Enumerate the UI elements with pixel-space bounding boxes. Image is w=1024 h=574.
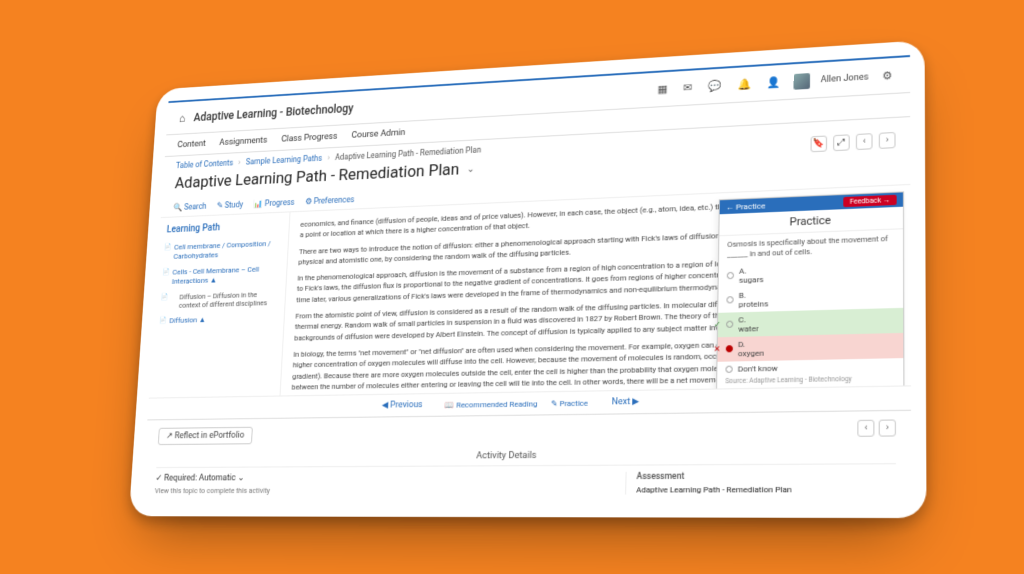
avatar[interactable] [794,73,810,90]
nav-assignments[interactable]: Assignments [219,135,268,148]
assessment-item[interactable]: Adaptive Learning Path - Remediation Pla… [636,485,896,495]
course-title[interactable]: Adaptive Learning - Biotechnology [193,101,354,123]
nav-course-admin[interactable]: Course Admin [351,127,405,140]
radio-icon [727,272,734,279]
chevron-down-icon: ⌄ [237,473,244,483]
prev-topic-button[interactable]: ‹ [856,133,873,150]
option-d-selected-wrong[interactable]: D.oxygen [717,332,903,361]
practice-panel: ← Practice Feedback → Practice Osmosis i… [715,191,905,397]
sidebar-item[interactable]: Diffusion ▲ [160,311,277,330]
user-name[interactable]: Allen Jones [821,72,869,85]
profile-icon[interactable]: 👤 [764,73,784,93]
practice-prev-tab[interactable]: ← Practice [726,201,766,212]
crumb-sep: › [238,158,241,167]
reflect-eportfolio-button[interactable]: ↗ Reflect in ePortfolio [158,427,253,445]
nav-class-progress[interactable]: Class Progress [281,131,338,144]
home-icon[interactable]: ⌂ [179,111,186,124]
tab-progress[interactable]: 📊 Progress [253,198,294,209]
title-dropdown-icon[interactable]: ⌄ [467,164,475,175]
tab-preferences[interactable]: ⚙ Preferences [305,195,355,207]
tab-search[interactable]: 🔍 Search [173,202,207,213]
sidebar-heading: Learning Path [166,220,282,235]
radio-icon [726,296,733,303]
learning-path-sidebar: Learning Path Cell membrane / Compositio… [149,212,291,397]
option-dontknow[interactable]: Don't know [717,358,903,377]
mail-icon[interactable]: ✉ [680,78,695,97]
assessment-heading: Assessment [636,471,896,482]
nav-content[interactable]: Content [177,139,206,151]
next-topic-button[interactable]: › [879,132,896,149]
lower-prev-button[interactable]: ‹ [857,420,874,437]
activity-details-heading: Activity Details [157,447,896,463]
crumb-sep: › [327,154,330,163]
sidebar-item[interactable]: Cells - Cell Membrane – Cell Interaction… [163,261,280,290]
expand-button[interactable]: ⤢ [833,134,850,151]
radio-icon [725,365,732,372]
next-button[interactable]: Next ▶ [612,397,640,408]
bell-icon[interactable]: 🔔 [734,74,754,94]
practice-next-tab[interactable]: Feedback → [843,195,896,207]
practice-link[interactable]: ✎ Practice [551,398,588,408]
apps-icon[interactable]: ▦ [654,80,670,99]
required-automatic[interactable]: Required: Automatic ⌄ [155,472,625,484]
gear-icon[interactable]: ⚙ [879,66,896,86]
sidebar-item[interactable]: Diffusion – Diffusion in the context of … [161,286,278,314]
prev-button[interactable]: ◀ Previous [382,400,423,410]
chat-icon[interactable]: 💬 [705,76,725,96]
radio-icon [726,345,733,352]
radio-icon [726,321,733,328]
reco-reading-link[interactable]: 📖 Recommended Reading [445,399,538,409]
lower-next-button[interactable]: › [879,419,896,436]
tab-study[interactable]: ✎ Study [216,201,243,211]
required-subtext: View this topic to complete this activit… [155,485,626,495]
bookmark-button[interactable]: 🔖 [811,135,828,152]
crumb-toc[interactable]: Table of Contents [176,159,234,171]
